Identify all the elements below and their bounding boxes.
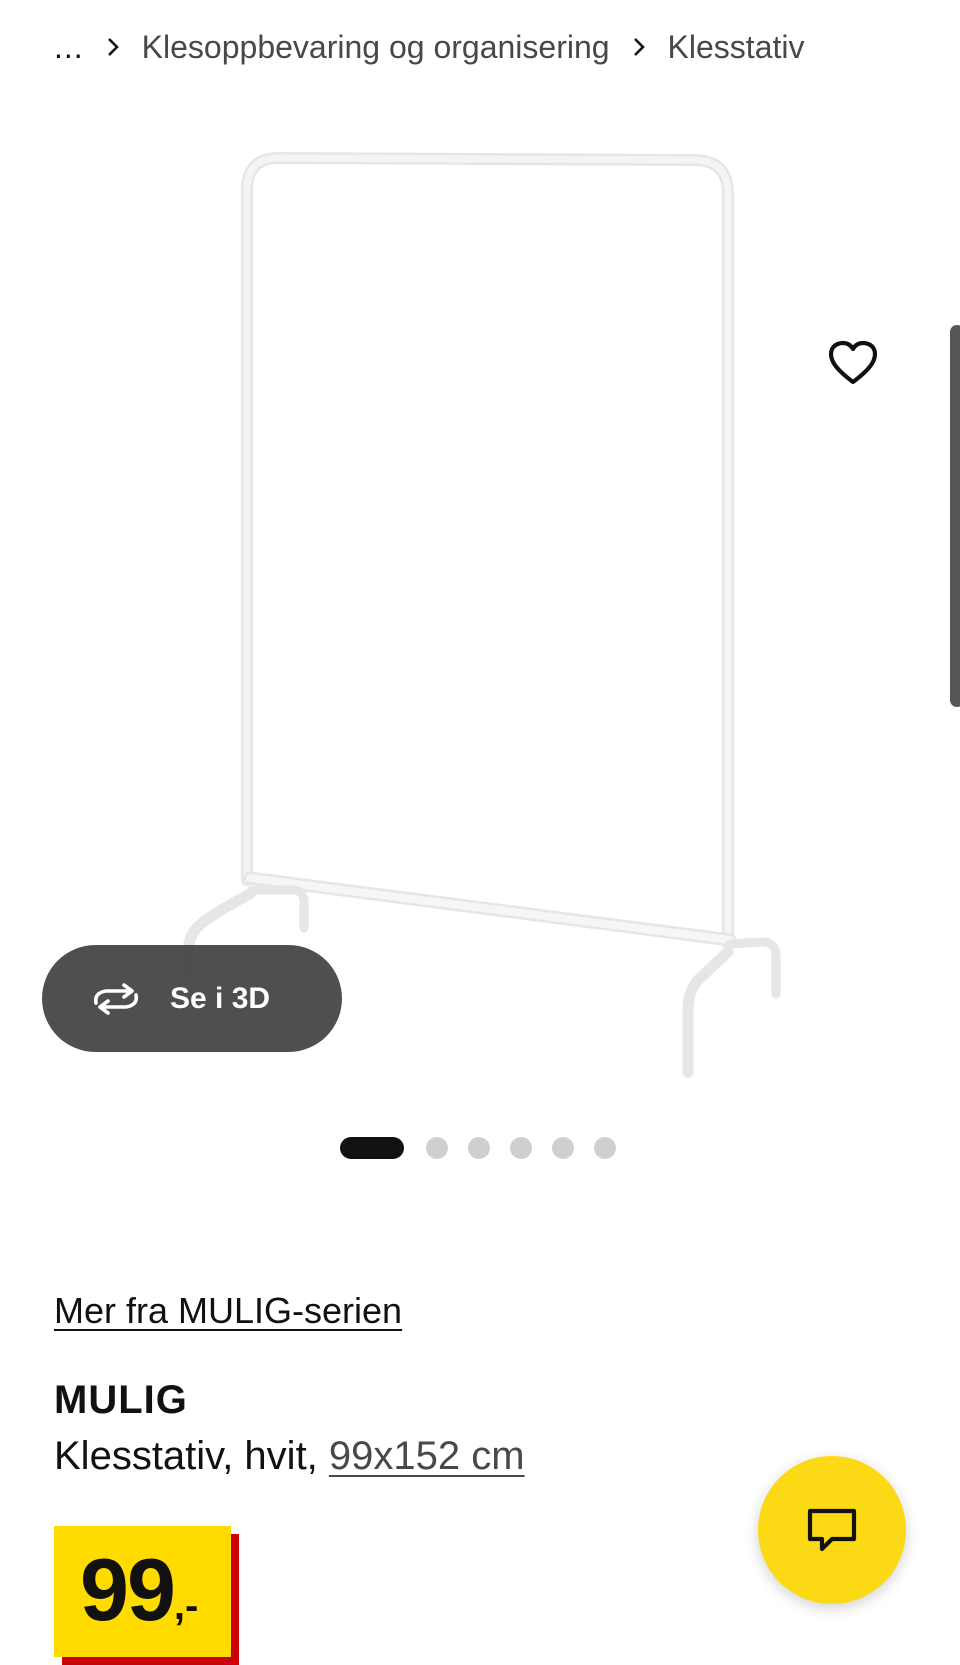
price-decimal: ,-	[173, 1584, 199, 1628]
product-gallery[interactable]	[0, 120, 960, 1080]
product-size-link[interactable]: 99x152 cm	[329, 1434, 525, 1478]
rotate-3d-icon	[88, 979, 148, 1019]
chat-button[interactable]	[758, 1456, 906, 1604]
view-3d-label: Se i 3D	[170, 981, 271, 1015]
view-3d-button[interactable]: Se i 3D	[42, 945, 342, 1052]
product-description: Klesstativ, hvit, 99x152 cm	[54, 1434, 525, 1479]
breadcrumb-item-klesoppbevaring[interactable]: Klesoppbevaring og organisering	[142, 29, 610, 66]
carousel-dot-2[interactable]	[426, 1137, 448, 1159]
carousel-dot-3[interactable]	[468, 1137, 490, 1159]
carousel-dot-1[interactable]	[340, 1137, 404, 1159]
carousel-dot-6[interactable]	[594, 1137, 616, 1159]
product-type-text: Klesstativ, hvit,	[54, 1434, 329, 1478]
breadcrumb-item-klesstativ[interactable]: Klesstativ	[668, 29, 805, 66]
product-image[interactable]	[0, 120, 960, 1080]
carousel-indicator	[340, 1136, 636, 1160]
price-tag: 99 ,-	[54, 1526, 239, 1665]
favorite-button[interactable]	[822, 332, 884, 394]
chevron-right-icon	[106, 37, 120, 57]
chevron-right-icon	[632, 37, 646, 57]
product-name: MULIG	[54, 1378, 188, 1422]
carousel-dot-5[interactable]	[552, 1137, 574, 1159]
breadcrumb: ... Klesoppbevaring og organisering Kles…	[54, 22, 804, 72]
chat-bubble-icon	[807, 1508, 857, 1552]
price-integer: 99	[80, 1540, 176, 1639]
breadcrumb-ellipsis[interactable]: ...	[54, 29, 84, 66]
scrollbar[interactable]	[950, 325, 960, 707]
price-box: 99 ,-	[54, 1526, 231, 1657]
series-link[interactable]: Mer fra MULIG-serien	[54, 1290, 402, 1332]
heart-outline-icon	[828, 340, 878, 385]
carousel-dot-4[interactable]	[510, 1137, 532, 1159]
